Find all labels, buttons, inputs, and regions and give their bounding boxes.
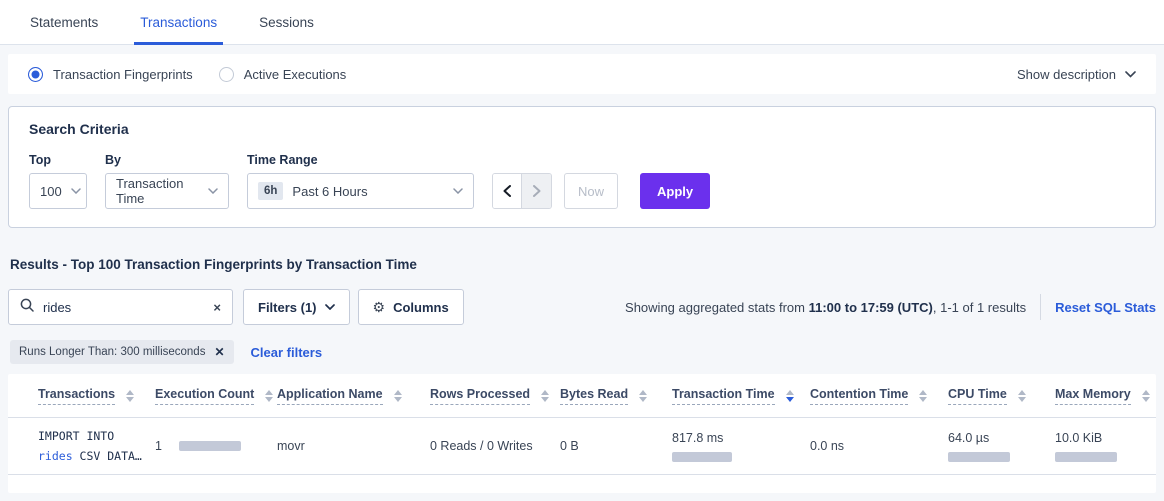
radio-selected-icon xyxy=(28,67,43,82)
column-header-max-memory[interactable]: Max Memory xyxy=(1055,387,1150,405)
clear-filters-link[interactable]: Clear filters xyxy=(251,345,323,360)
top-select[interactable]: 100 xyxy=(29,173,87,209)
bytes-read-cell: 0 B xyxy=(560,439,672,453)
tab-transactions[interactable]: Transactions xyxy=(140,0,217,44)
execution-count-cell: 1 xyxy=(155,439,277,453)
active-filters-row: Runs Longer Than: 300 milliseconds ✕ Cle… xyxy=(10,340,1164,364)
sort-icon xyxy=(919,390,927,402)
chevron-down-icon xyxy=(1125,71,1136,78)
search-box: × xyxy=(8,289,233,325)
results-table: Transactions Execution Count Application… xyxy=(8,374,1156,493)
results-toolbar: × Filters (1) ⚙ Columns Showing aggregat… xyxy=(8,289,1156,325)
max-memory-bar xyxy=(1055,452,1117,462)
column-header-contention-time[interactable]: Contention Time xyxy=(810,387,948,405)
time-range-label: Time Range xyxy=(247,153,474,167)
filters-button-label: Filters (1) xyxy=(258,300,317,315)
application-name-cell: movr xyxy=(277,439,430,453)
column-header-bytes-read[interactable]: Bytes Read xyxy=(560,387,672,405)
time-prev-button[interactable] xyxy=(493,174,522,208)
chevron-down-icon xyxy=(325,304,335,310)
search-icon xyxy=(20,298,34,317)
search-criteria-controls: Top 100 By Transaction Time Ti xyxy=(29,153,1135,209)
tab-statements[interactable]: Statements xyxy=(30,0,98,44)
tab-sessions[interactable]: Sessions xyxy=(259,0,314,44)
page: Statements Transactions Sessions Transac… xyxy=(0,0,1164,493)
gear-icon: ⚙ xyxy=(373,300,386,314)
contention-time-cell: 0.0 ns xyxy=(810,439,948,453)
apply-button[interactable]: Apply xyxy=(640,173,710,209)
transaction-keyword: rides xyxy=(38,449,73,463)
sort-icon xyxy=(265,390,273,402)
tab-bar: Statements Transactions Sessions xyxy=(0,0,1164,45)
show-description-label: Show description xyxy=(1017,67,1116,82)
rows-processed-cell: 0 Reads / 0 Writes xyxy=(430,439,560,453)
remove-filter-icon[interactable]: ✕ xyxy=(214,345,224,359)
radio-label: Transaction Fingerprints xyxy=(53,67,193,82)
column-header-execution-count[interactable]: Execution Count xyxy=(155,387,277,405)
aggregated-stats-text: Showing aggregated stats from 11:00 to 1… xyxy=(625,300,1026,315)
sort-icon xyxy=(126,390,134,402)
results-heading: Results - Top 100 Transaction Fingerprin… xyxy=(10,257,1164,272)
now-button[interactable]: Now xyxy=(564,173,618,209)
radio-active-executions[interactable]: Active Executions xyxy=(219,67,347,82)
cpu-time-bar xyxy=(948,452,1010,462)
search-criteria-card: Search Criteria Top 100 By Transaction T… xyxy=(8,106,1156,228)
view-toggle-bar: Transaction Fingerprints Active Executio… xyxy=(8,54,1156,94)
table-header-row: Transactions Execution Count Application… xyxy=(8,374,1156,418)
search-input[interactable] xyxy=(43,300,204,315)
radio-unselected-icon xyxy=(219,67,234,82)
top-field: Top 100 xyxy=(29,153,87,209)
time-next-button[interactable] xyxy=(522,174,551,208)
by-select-value: Transaction Time xyxy=(116,176,199,206)
time-range-select[interactable]: 6h Past 6 Hours xyxy=(247,173,474,209)
chevron-down-icon xyxy=(453,188,463,194)
chevron-down-icon xyxy=(208,188,218,194)
filter-tag: Runs Longer Than: 300 milliseconds ✕ xyxy=(10,340,234,364)
sort-icon xyxy=(394,390,402,402)
by-field: By Transaction Time xyxy=(105,153,229,209)
chevron-down-icon xyxy=(71,188,81,194)
column-header-transactions[interactable]: Transactions xyxy=(38,387,155,405)
max-memory-cell: 10.0 KiB xyxy=(1055,431,1126,462)
transaction-time-bar xyxy=(672,452,732,462)
top-label: Top xyxy=(29,153,87,167)
by-label: By xyxy=(105,153,229,167)
sort-icon-active-desc xyxy=(786,390,794,402)
column-header-rows-processed[interactable]: Rows Processed xyxy=(430,387,560,405)
cpu-time-cell: 64.0 µs xyxy=(948,431,1055,462)
transaction-fingerprint-link[interactable]: IMPORT INTO rides CSV DATA… xyxy=(38,426,155,466)
radio-transaction-fingerprints[interactable]: Transaction Fingerprints xyxy=(28,67,193,82)
filter-tag-label: Runs Longer Than: 300 milliseconds xyxy=(19,346,205,358)
table-row: IMPORT INTO rides CSV DATA… 1 movr 0 Rea… xyxy=(8,418,1156,475)
time-range-badge: 6h xyxy=(258,182,283,200)
search-criteria-title: Search Criteria xyxy=(29,121,1135,137)
stats-time-range: 11:00 to 17:59 (UTC) xyxy=(809,300,933,315)
sort-icon xyxy=(639,390,647,402)
time-range-value: Past 6 Hours xyxy=(292,184,367,199)
sort-icon xyxy=(1018,390,1026,402)
chevron-left-icon xyxy=(503,185,511,197)
sort-icon xyxy=(541,390,549,402)
clear-search-icon[interactable]: × xyxy=(213,300,221,315)
columns-button[interactable]: ⚙ Columns xyxy=(358,289,464,325)
toolbar-divider xyxy=(1040,294,1041,320)
reset-sql-stats-link[interactable]: Reset SQL Stats xyxy=(1055,300,1156,315)
filters-button[interactable]: Filters (1) xyxy=(243,289,350,325)
top-select-value: 100 xyxy=(40,184,62,199)
transaction-time-cell: 817.8 ms xyxy=(672,431,810,462)
chevron-right-icon xyxy=(533,185,541,197)
time-range-field: Time Range 6h Past 6 Hours xyxy=(247,153,474,209)
radio-label: Active Executions xyxy=(244,67,347,82)
execution-count-bar xyxy=(179,441,241,451)
show-description-toggle[interactable]: Show description xyxy=(1017,67,1136,82)
column-header-cpu-time[interactable]: CPU Time xyxy=(948,387,1055,405)
by-select[interactable]: Transaction Time xyxy=(105,173,229,209)
sort-icon xyxy=(1142,390,1150,402)
column-header-application-name[interactable]: Application Name xyxy=(277,387,430,405)
columns-button-label: Columns xyxy=(393,300,449,315)
column-header-transaction-time[interactable]: Transaction Time xyxy=(672,387,810,405)
time-window-arrows xyxy=(492,173,552,209)
